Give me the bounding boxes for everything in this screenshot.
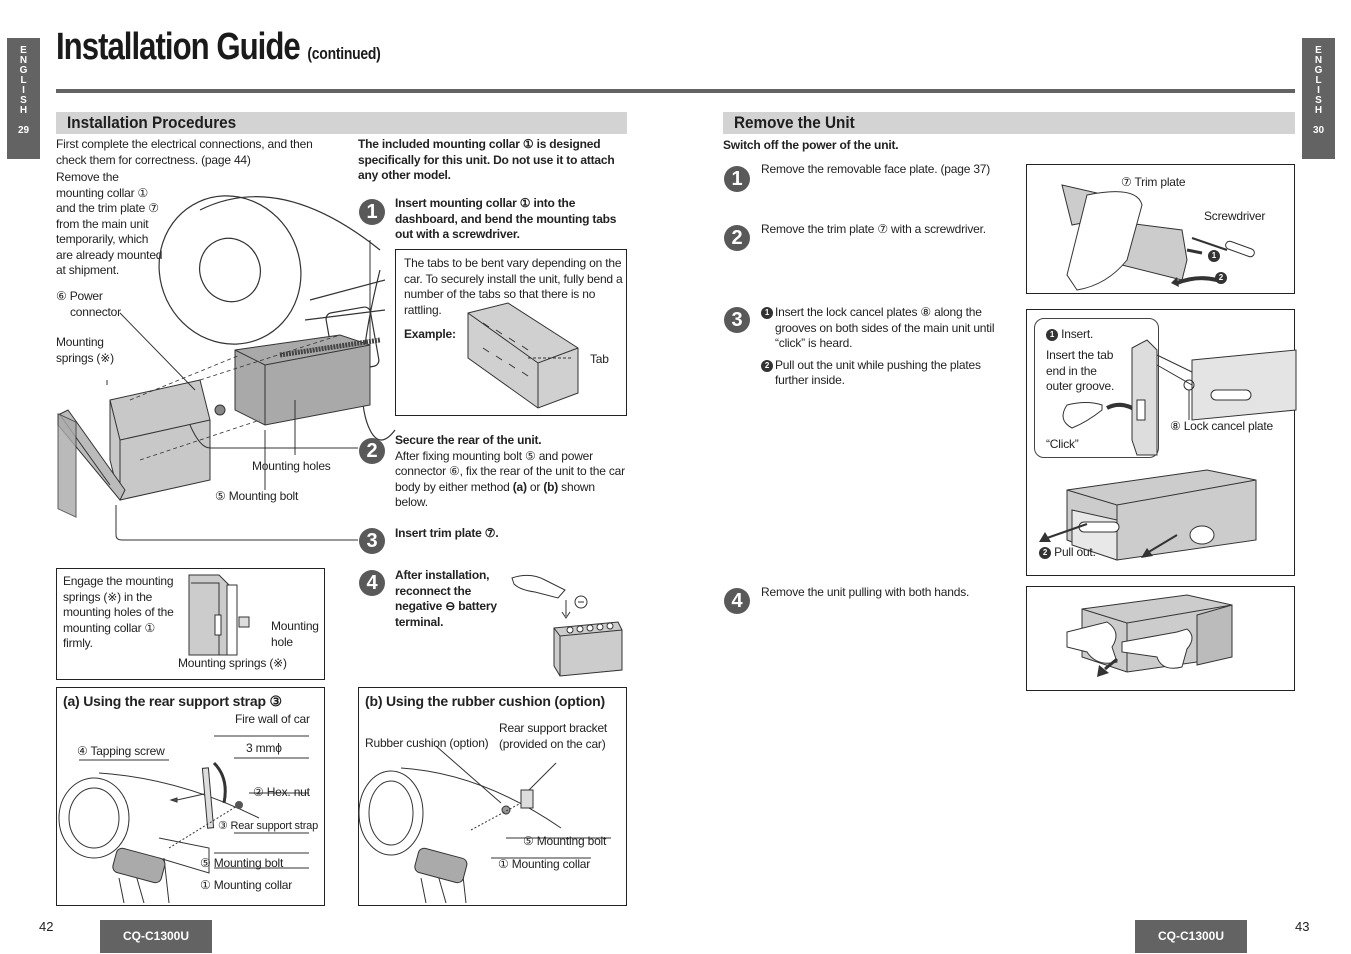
language-tab-right: ENGLISH 30: [1302, 38, 1335, 159]
lock-cancel-illustration: [1039, 339, 1297, 561]
label-rubber-cushion: Rubber cushion (option): [365, 736, 489, 750]
mounting-collar-drawing: [109, 379, 211, 501]
label-rear-bracket: Rear support bracket (provided on the ca…: [499, 721, 608, 751]
label-trim-plate: ⑦ Trim plate: [1121, 175, 1186, 189]
tabs-note-box: The tabs to be bent vary depending on th…: [395, 249, 627, 416]
method-b-title: (b) Using the rubber cushion (option): [365, 693, 605, 709]
fig1-marker-1: 1: [1208, 250, 1220, 262]
remove-step-3-sub1: 1 Insert the lock cancel plates ⑧ along …: [761, 305, 1001, 389]
title-suffix: (continued): [307, 44, 381, 63]
install-step-2-title: Secure the rear of the unit.: [395, 433, 542, 447]
trim-plate-figure: ⑦ Trim plate Screwdriver 1 2: [1026, 164, 1295, 294]
pull-out-hands-illustration: [1066, 594, 1233, 677]
callout-step3: [115, 505, 358, 541]
example-label: Example:: [404, 327, 456, 341]
language-label: ENGLISH: [1314, 45, 1323, 116]
remove-step-number-4: 4: [724, 588, 750, 614]
install-step-3-title: Insert trim plate ⑦.: [395, 526, 499, 540]
sub-step-1-marker: 1: [761, 307, 773, 319]
language-tab-left: ENGLISH 29: [7, 38, 40, 159]
model-badge-right: CQ-C1300U: [1135, 920, 1247, 953]
step-number-1: 1: [359, 199, 385, 225]
main-unit-drawing: [234, 334, 371, 426]
model-badge-left: CQ-C1300U: [100, 920, 212, 953]
section-page-number: 29: [17, 125, 30, 136]
section-heading-installation: Installation Procedures: [56, 112, 627, 134]
sub-step-2-marker: 2: [761, 359, 773, 372]
title-rule: [56, 89, 1295, 93]
remove-step-3-sub2: 2 Pull out the unit while pushing the pl…: [761, 358, 1001, 389]
label-mounting-collar-a: ① Mounting collar: [200, 878, 293, 892]
install-intro: First complete the electrical connection…: [56, 137, 313, 167]
battery-illustration: [511, 574, 623, 677]
remove-step-number-1: 1: [724, 166, 750, 192]
remove-step-1: Remove the removable face plate. (page 3…: [761, 162, 991, 176]
steering-wheel: [158, 195, 302, 345]
remove-step-number-2: 2: [724, 225, 750, 251]
remove-step-4: Remove the unit pulling with both hands.: [761, 585, 970, 599]
label-mounting-bolt-b: ⑤ Mounting bolt: [523, 834, 607, 848]
page-number-left: 42: [39, 919, 54, 934]
install-step-2: Secure the rear of the unit. After fixin…: [395, 433, 630, 511]
label-tapping-screw: ④ Tapping screw: [77, 744, 165, 758]
label-firewall: Fire wall of car: [235, 712, 310, 726]
label-mounting-bolt-a: ⑤ Mounting bolt: [200, 856, 284, 870]
springs-closeup-illustration: [188, 574, 250, 656]
dashboard-installation-illustration: [57, 195, 396, 541]
remove-step-number-3: 3: [724, 307, 750, 333]
mounting-hole-label: Mounting hole: [271, 619, 319, 649]
dashboard-outline: [199, 196, 381, 251]
mounting-bolt-drawing: [214, 404, 226, 416]
section-page-number: 30: [1312, 125, 1325, 136]
label-hex-nut: ② Hex. nut: [253, 785, 310, 799]
mounting-springs-box: Engage the mounting springs (※) in the m…: [56, 568, 325, 680]
title-main: Installation Guide: [56, 26, 301, 68]
pull-out-marker: 2: [1039, 547, 1051, 559]
callout-step2: [189, 424, 358, 449]
collar-warning: The included mounting collar ① is design…: [358, 137, 615, 182]
pull-out-label: 2 Pull out.: [1039, 545, 1096, 561]
method-a-title: (a) Using the rear support strap ③: [63, 693, 282, 709]
method-b-box: (b) Using the rubber cushion (option) Ru…: [358, 687, 627, 906]
method-a-box: (a) Using the rear support strap ③ Fire …: [56, 687, 325, 906]
label-lock-cancel-plate: ⑧ Lock cancel plate: [1170, 419, 1274, 433]
remove-intro: Switch off the power of the unit.: [723, 138, 899, 152]
tab-label: Tab: [590, 352, 609, 366]
label-mounting-collar-b: ① Mounting collar: [498, 857, 591, 871]
fig1-marker-2: 2: [1215, 272, 1227, 284]
language-label: ENGLISH: [19, 45, 28, 116]
install-step-4-title: After installation, reconnect the negati…: [395, 568, 497, 629]
collar-tabs-illustration: [467, 302, 579, 409]
section-heading-remove: Remove the Unit: [723, 112, 1295, 134]
springs-instruction: Engage the mounting springs (※) in the m…: [63, 574, 174, 650]
page-number-right: 43: [1295, 919, 1310, 934]
label-diameter: 3 mmϕ: [246, 741, 282, 755]
page-title: Installation Guide (continued): [56, 28, 381, 66]
step-number-3: 3: [359, 528, 385, 554]
label-screwdriver: Screwdriver: [1204, 209, 1266, 223]
remove-step-2: Remove the trim plate ⑦ with a screwdriv…: [761, 222, 986, 236]
springs-label: Mounting springs (※): [178, 656, 287, 670]
step-number-4: 4: [359, 570, 385, 596]
label-rear-strap: ③ Rear support strap: [218, 820, 319, 832]
lock-cancel-figure: 1 Insert. Insert the tab end in the oute…: [1026, 309, 1297, 576]
install-step-1-title: Insert mounting collar ① into the dashbo…: [395, 196, 617, 241]
pull-out-figure: [1026, 586, 1295, 691]
step-number-2: 2: [359, 438, 385, 464]
